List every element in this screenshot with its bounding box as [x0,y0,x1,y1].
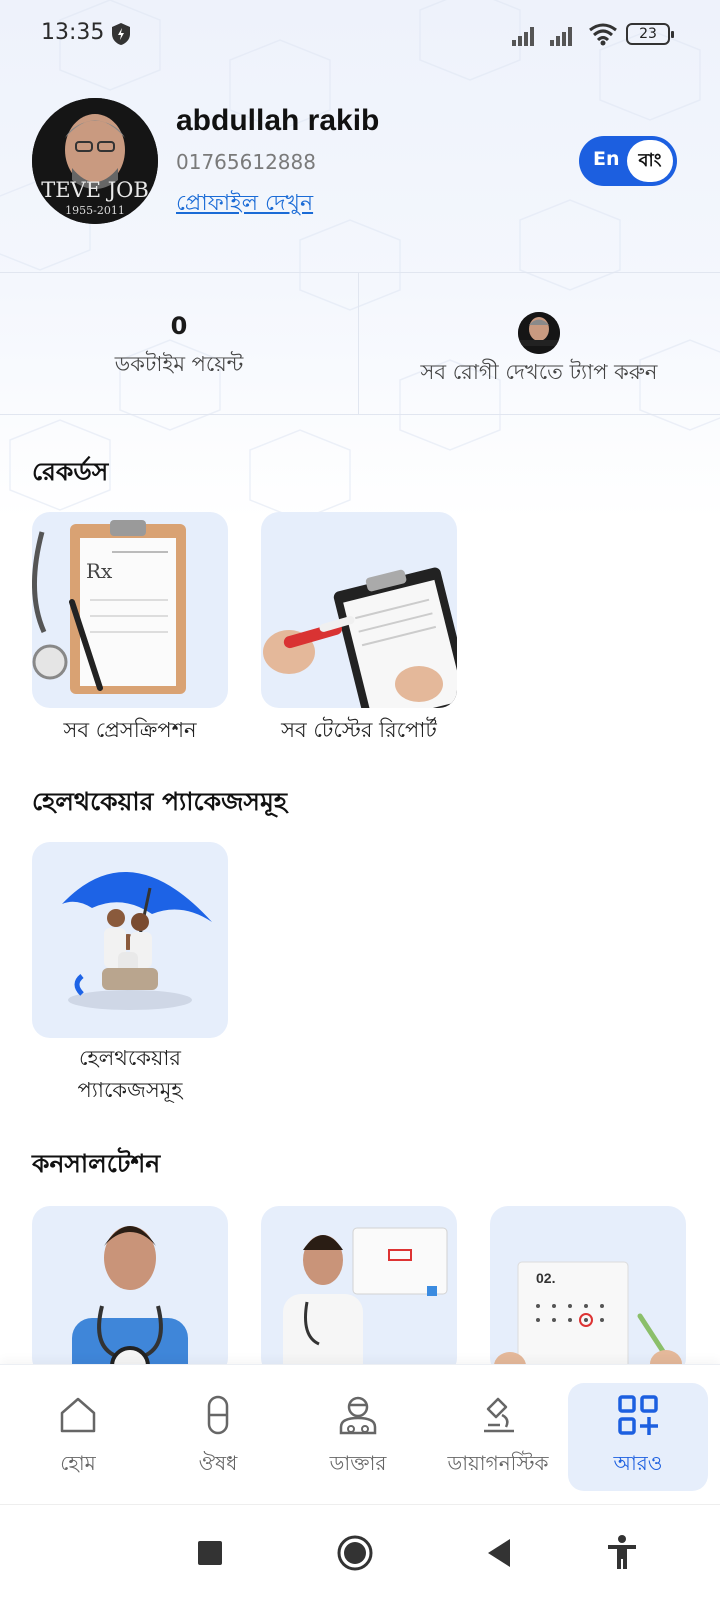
shield-icon [112,23,130,45]
view-profile-link[interactable]: প্রোফাইল দেখুন [176,186,313,223]
nav-label: হোম [60,1451,96,1475]
header-background [0,0,720,520]
divider [0,272,720,273]
status-bar: 13:35 23 [0,0,720,70]
grid-plus-icon [618,1395,658,1435]
system-navigation-bar [0,1504,720,1600]
test-report-image [261,512,457,708]
avatar[interactable]: TEVE JOB 1955-2011 [32,98,158,224]
battery-icon: 23 [626,23,674,45]
patient-avatar [518,312,560,354]
nav-item-home[interactable]: হোম [8,1383,148,1491]
patients-label: সব রোগী দেখতে ট্যাপ করুন [420,360,658,384]
avatar-caption: TEVE JOB [41,178,149,202]
divider [358,272,359,414]
nav-label: ঔষধ [198,1451,238,1475]
package-card-label-line2: প্যাকেজসমূহ [77,1078,183,1102]
consultation-card-doctor[interactable] [32,1206,228,1376]
cell-signal-icon [512,27,534,46]
bottom-navigation: হোম ঔষধ ডাক্তার ডায়াগনস্টিক আরও [0,1364,720,1504]
status-time: 13:35 [41,20,105,45]
record-card-label: সব প্রেসক্রিপশন [63,718,197,742]
points-value: 0 [170,312,188,340]
home-icon [60,1397,96,1433]
doctor-icon [339,1396,377,1435]
section-title-packages: হেলথকেয়ার প্যাকেজসমূহ [32,787,287,816]
svg-text:Rx: Rx [86,559,113,583]
accessibility-icon[interactable] [602,1533,642,1573]
nav-label: ডাক্তার [329,1451,387,1475]
package-card-label: হেলথকেয়ার [79,1046,181,1070]
avatar-caption-years: 1955-2011 [65,204,125,217]
user-name: abdullah rakib [176,104,380,137]
section-title-records: রেকর্ডস [32,457,109,486]
microscope-icon [484,1397,514,1433]
consultation-card-appointment[interactable] [261,1206,457,1376]
nav-item-doctor[interactable]: ডাক্তার [288,1383,428,1491]
healthcare-package-image [32,842,228,1038]
nav-item-medicine[interactable]: ঔষধ [148,1383,288,1491]
consultation-card-schedule[interactable]: 02. [490,1206,686,1376]
nav-item-more[interactable]: আরও [568,1383,708,1491]
nav-item-diagnostic[interactable]: ডায়াগনস্টিক [428,1383,568,1491]
wifi-icon [589,23,617,46]
language-toggle[interactable]: En বাং [579,136,677,186]
cell-signal-icon [550,27,572,46]
back-icon[interactable] [480,1533,520,1573]
pill-icon [207,1395,229,1435]
divider [0,414,720,415]
user-phone: 01765612888 [176,150,316,174]
hexagon-pattern [0,0,720,520]
lang-option-en[interactable]: En [593,148,620,170]
lang-option-bn[interactable]: বাং [627,140,673,182]
nav-label: ডায়াগনস্টিক [447,1451,549,1475]
record-card-label: সব টেস্টের রিপোর্ট [281,718,437,742]
points-label: ডকটাইম পয়েন্ট [114,352,244,376]
section-title-consultation: কনসালটেশন [32,1149,161,1178]
calendar-text: 02. [536,1270,556,1286]
prescription-image: Rx [32,512,228,708]
recents-icon[interactable] [190,1533,230,1573]
nav-label: আরও [613,1451,663,1475]
home-button-icon[interactable] [335,1533,375,1573]
